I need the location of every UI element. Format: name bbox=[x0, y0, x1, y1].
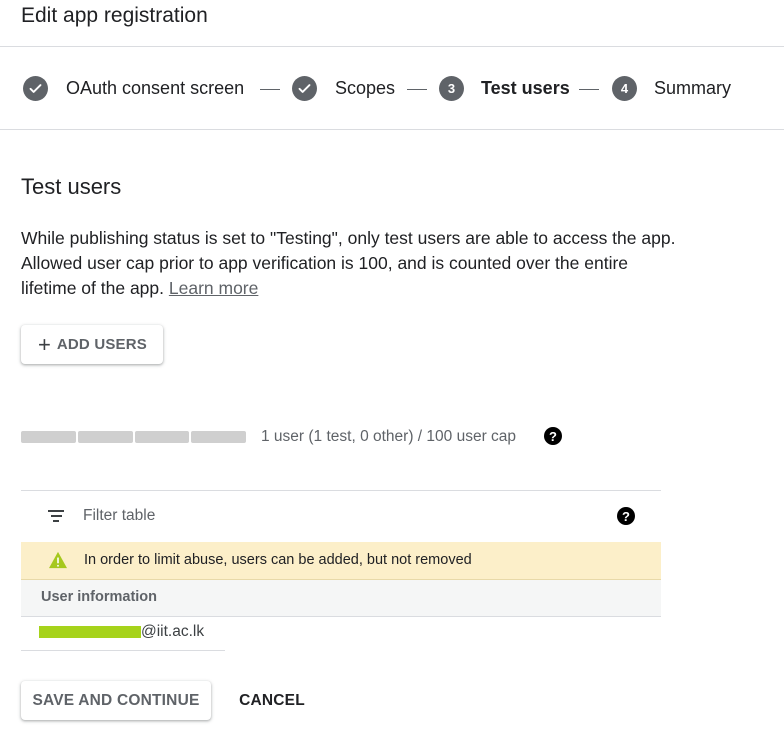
cancel-button[interactable]: CANCEL bbox=[228, 681, 316, 720]
warning-icon bbox=[49, 551, 67, 569]
table-row: @iit.ac.lk bbox=[21, 616, 225, 651]
step-1-complete-icon bbox=[23, 76, 48, 101]
warning-text: In order to limit abuse, users can be ad… bbox=[84, 552, 472, 568]
progress-segment bbox=[21, 431, 76, 443]
step-separator bbox=[579, 89, 599, 90]
check-icon bbox=[298, 84, 311, 93]
add-users-button[interactable]: + ADD USERS bbox=[21, 325, 163, 364]
page-title: Edit app registration bbox=[21, 4, 208, 27]
step-2-complete-icon bbox=[292, 76, 317, 101]
cancel-label: CANCEL bbox=[239, 691, 305, 709]
step-4-number: 4 bbox=[612, 76, 637, 101]
step-scopes[interactable]: Scopes bbox=[335, 78, 395, 99]
warning-banner: In order to limit abuse, users can be ad… bbox=[21, 542, 661, 580]
check-icon bbox=[29, 84, 42, 93]
redacted-email-username bbox=[39, 626, 141, 638]
progress-segment bbox=[77, 431, 133, 443]
filter-row: Filter table ? bbox=[21, 491, 661, 542]
add-users-label: ADD USERS bbox=[56, 336, 148, 353]
learn-more-link[interactable]: Learn more bbox=[169, 278, 259, 298]
column-header-label: User information bbox=[41, 589, 158, 605]
step-summary[interactable]: Summary bbox=[654, 78, 731, 99]
filter-input[interactable]: Filter table bbox=[83, 507, 155, 525]
help-icon[interactable]: ? bbox=[544, 427, 562, 445]
column-header-user-information[interactable]: User information bbox=[21, 580, 661, 617]
step-3-number: 3 bbox=[439, 76, 464, 101]
description-text: While publishing status is set to "Testi… bbox=[21, 228, 676, 298]
help-icon[interactable]: ? bbox=[617, 507, 635, 525]
filter-icon[interactable] bbox=[48, 510, 64, 522]
save-and-continue-button[interactable]: SAVE AND CONTINUE bbox=[21, 681, 211, 720]
step-oauth-consent-screen[interactable]: OAuth consent screen bbox=[66, 78, 244, 99]
section-title: Test users bbox=[21, 174, 122, 199]
step-test-users[interactable]: Test users bbox=[481, 78, 570, 99]
step-separator bbox=[407, 89, 427, 90]
step-separator bbox=[260, 89, 280, 90]
save-and-continue-label: SAVE AND CONTINUE bbox=[32, 691, 200, 709]
section-description: While publishing status is set to "Testi… bbox=[21, 226, 681, 301]
stepper: OAuth consent screen Scopes 3 Test users… bbox=[0, 48, 784, 130]
user-cap-progress-bar bbox=[21, 431, 246, 443]
test-users-table: Filter table ? In order to limit abuse, … bbox=[21, 490, 661, 617]
user-cap-text: 1 user (1 test, 0 other) / 100 user cap bbox=[261, 428, 517, 445]
progress-segment bbox=[134, 431, 190, 443]
app-header: Edit app registration bbox=[0, 0, 784, 47]
user-email-domain: @iit.ac.lk bbox=[141, 623, 205, 640]
plus-icon: + bbox=[38, 331, 51, 357]
progress-segment bbox=[191, 431, 246, 443]
